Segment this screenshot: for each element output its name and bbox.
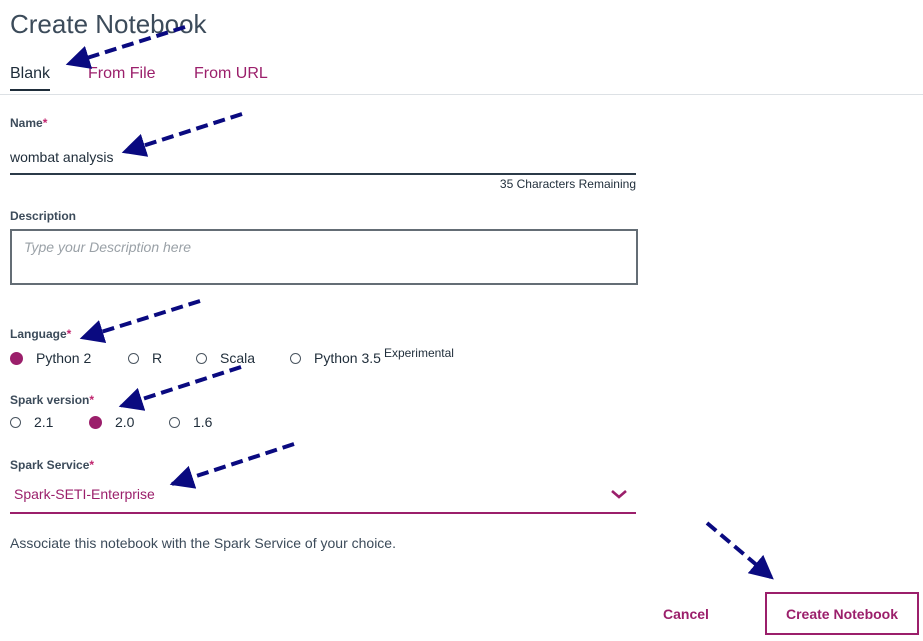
annotation-arrow [705, 521, 774, 580]
language-option-python2[interactable]: Python 2 [10, 350, 91, 366]
spark-service-value: Spark-SETI-Enterprise [14, 486, 155, 502]
language-option-scala[interactable]: Scala [196, 350, 255, 366]
cancel-button[interactable]: Cancel [663, 606, 709, 622]
spark-service-label: Spark Service* [10, 458, 95, 472]
spark-version-option-1-6[interactable]: 1.6 [169, 414, 212, 430]
radio-unselected-icon [169, 416, 180, 428]
name-input[interactable] [10, 141, 636, 175]
page-title: Create Notebook [10, 9, 207, 39]
name-label: Name* [10, 116, 48, 130]
spark-service-select[interactable]: Spark-SETI-Enterprise [10, 480, 636, 514]
annotation-arrow [169, 442, 295, 489]
create-notebook-button[interactable]: Create Notebook [765, 592, 919, 635]
language-label: Language* [10, 327, 72, 341]
chevron-down-icon [611, 490, 627, 499]
spark-version-option-2-0[interactable]: 2.0 [89, 414, 134, 430]
tab-blank[interactable]: Blank [10, 65, 51, 91]
radio-unselected-icon [128, 352, 139, 364]
experimental-tag: Experimental [383, 346, 454, 360]
description-label: Description [10, 209, 77, 223]
tab-from-file[interactable]: From File [88, 65, 156, 83]
spark-version-label: Spark version* [10, 393, 95, 407]
annotation-arrow [118, 365, 242, 411]
radio-selected-icon [10, 351, 23, 365]
radio-selected-icon [89, 415, 102, 429]
characters-remaining: 35 Characters Remaining [499, 177, 636, 191]
spark-version-option-2-1[interactable]: 2.1 [10, 414, 53, 430]
radio-unselected-icon [290, 352, 301, 364]
radio-unselected-icon [10, 416, 21, 428]
radio-unselected-icon [196, 352, 207, 364]
description-input[interactable] [10, 229, 638, 285]
source-tabs: Blank From File From URL [0, 60, 923, 95]
language-option-r[interactable]: R [128, 350, 162, 366]
tab-from-url[interactable]: From URL [194, 65, 268, 83]
annotation-arrow [79, 299, 201, 343]
language-option-python35[interactable]: Python 3.5 Experimental [290, 346, 454, 366]
spark-service-helper: Associate this notebook with the Spark S… [10, 535, 396, 551]
